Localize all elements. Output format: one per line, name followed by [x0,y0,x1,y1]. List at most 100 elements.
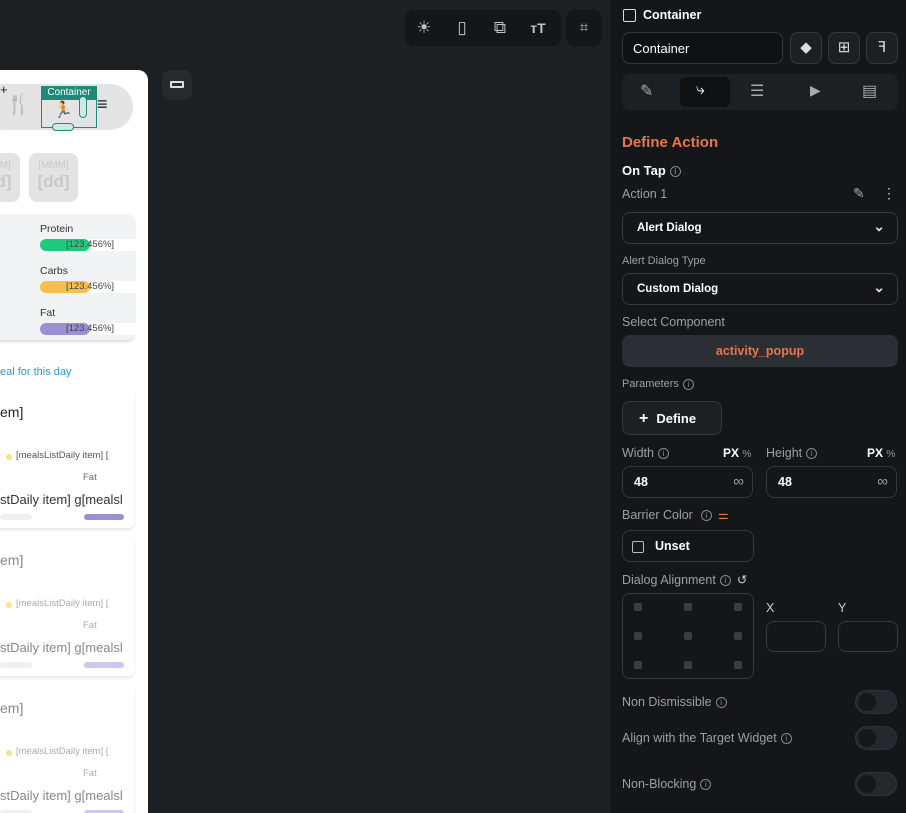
component-selector[interactable]: activity_popup [622,335,898,367]
x-offset-input[interactable] [766,621,826,652]
dialog-type-dropdown[interactable]: Custom Dialog ⌄ [622,273,898,305]
date-chip[interactable]: [MMM][dd] [0,153,20,202]
info-icon[interactable]: i [700,779,712,791]
meal-values: stDaily item] g[mealsl [0,492,123,507]
menu-icon[interactable]: ≡ [97,94,108,115]
tab-animations-icon[interactable]: ▶ [810,82,821,99]
alignment-point[interactable] [734,603,742,611]
color-swatch [632,541,644,553]
alignment-point[interactable] [734,661,742,669]
fat-label: Fat [83,472,97,483]
phone-icon[interactable]: ▯ [443,10,481,46]
info-icon[interactable]: i [657,448,669,460]
widget-name-input[interactable]: Container [622,32,783,64]
variable-icon[interactable]: ⚌ [718,508,729,522]
date-chip[interactable]: [MMM][dd] [29,153,78,202]
running-icon: 🏃 [53,102,73,119]
tab-actions-icon[interactable]: ⤷ [696,81,705,99]
reset-icon[interactable]: ↺ [737,573,747,587]
progress-track [0,514,32,520]
section-title: Define Action [622,134,719,151]
sun-icon[interactable]: ☀ [405,10,443,46]
macro-value: [123.456%] [66,323,115,334]
widget-icon [170,81,184,88]
non-blocking-toggle[interactable] [855,772,897,796]
barrier-color-picker[interactable]: Unset [622,530,754,562]
diamond-icon: ◆ [800,39,812,56]
resize-handle[interactable] [52,123,74,131]
align-target-toggle[interactable] [855,726,897,750]
status-dot [6,602,12,608]
non-blocking-label: Non-Blocking i [622,777,712,791]
tree-settings-button[interactable]: ⌗ [566,10,602,46]
fat-progress [84,514,124,520]
alignment-point[interactable] [634,603,642,611]
width-input[interactable]: 48 ∞ [622,466,753,498]
chevron-down-icon: ⌄ [873,218,885,234]
info-icon[interactable]: i [669,166,681,178]
diamond-button[interactable]: ◆ [790,32,822,64]
figma-button[interactable]: ꟻ [866,32,898,64]
alignment-point[interactable] [634,632,642,640]
height-label: Height i [766,446,818,460]
width-unit-toggle[interactable]: PX % [723,446,751,460]
trigger-label: On Tap i [622,163,681,178]
cutlery-icon[interactable]: 🍴 [6,92,31,117]
alignment-grid[interactable] [622,593,754,679]
resize-handle[interactable] [79,96,87,118]
non-dismissible-toggle[interactable] [855,690,897,714]
y-label: Y [838,601,847,615]
define-button[interactable]: + Define [622,401,722,435]
info-icon[interactable]: i [780,733,792,745]
add-component-button[interactable]: ⊞ [828,32,860,64]
progress-track [0,662,32,668]
y-offset-input[interactable] [838,621,898,652]
macro-value: [123.456%] [66,281,115,292]
figma-icon: ꟻ [877,39,887,56]
non-dismissible-label: Non Dismissible i [622,695,727,709]
height-unit-toggle[interactable]: PX % [867,446,895,460]
canvas-widget-button[interactable] [162,70,192,100]
meal-detail: [mealsListDaily item] [ [16,450,109,461]
tab-backend-query-icon[interactable]: ☰ [750,81,764,101]
tab-properties-icon[interactable]: ✎ [640,81,653,101]
info-icon[interactable]: i [700,510,712,522]
alignment-point[interactable] [684,661,692,669]
alignment-point[interactable] [634,661,642,669]
selected-label: Container [41,86,97,100]
status-dot [6,454,12,460]
tablet-icon[interactable]: ⧉ [481,10,519,46]
fat-label: Fat [83,768,97,779]
alignment-point[interactable] [734,632,742,640]
text-size-icon[interactable]: ᴛT [519,10,557,46]
alignment-point[interactable] [684,632,692,640]
dialog-type-label: Alert Dialog Type [622,255,706,267]
more-icon[interactable]: ⋮ [882,185,896,202]
fat-progress [84,662,124,668]
alignment-point[interactable] [684,603,692,611]
infinity-icon[interactable]: ∞ [733,473,744,490]
edit-icon[interactable]: ✎ [853,185,865,202]
infinity-icon[interactable]: ∞ [877,473,888,490]
meal-detail: [mealsListDaily item] [ [16,598,109,609]
info-icon[interactable]: i [715,697,727,709]
info-icon[interactable]: i [682,378,694,390]
x-label: X [766,601,775,615]
properties-panel: Container Container ◆ ⊞ ꟻ ✎ ⤷ ☰ ▶ ▤ Defi… [609,0,906,813]
widget-type: Container [643,8,702,22]
macro-label: Fat [40,307,56,319]
tree-settings-icon: ⌗ [579,19,589,36]
meal-detail: [mealsListDaily item] [ [16,746,109,757]
action-type-dropdown[interactable]: Alert Dialog ⌄ [622,212,898,244]
meal-title: em] [0,404,24,420]
macro-label: Protein [40,223,74,235]
parameters-label: Parameters i [622,378,694,390]
add-meal-link[interactable]: eal for this day [0,366,72,378]
container-icon [623,9,636,22]
canvas-toolbar: ☀ ▯ ⧉ ᴛT [405,10,561,46]
add-component-icon: ⊞ [837,39,851,56]
tab-notes-icon[interactable]: ▤ [862,81,877,101]
info-icon[interactable]: i [806,448,818,460]
info-icon[interactable]: i [719,575,731,587]
height-input[interactable]: 48 ∞ [766,466,897,498]
